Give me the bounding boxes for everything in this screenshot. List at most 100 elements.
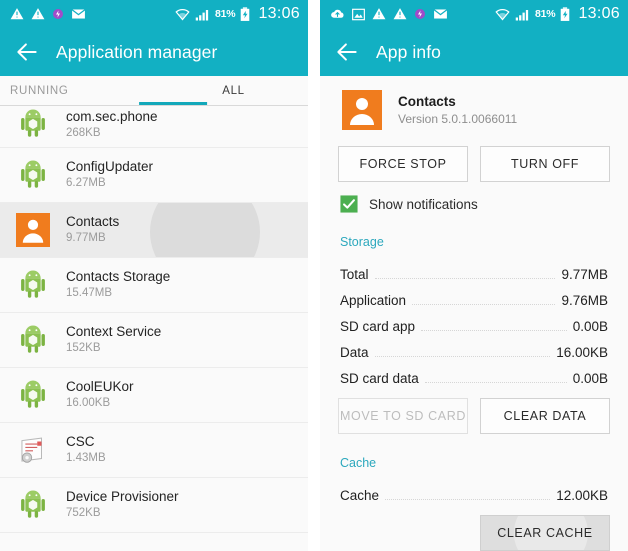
warning-triangle-icon xyxy=(10,8,24,20)
page-title: Application manager xyxy=(56,41,218,62)
list-item[interactable]: com.sec.phone 268KB xyxy=(0,106,308,148)
app-header: Contacts Version 5.0.1.0066011 xyxy=(338,76,610,144)
storage-key: Application xyxy=(340,293,407,308)
signal-bars-icon xyxy=(515,9,529,20)
app-header-text: Contacts Version 5.0.1.0066011 xyxy=(398,93,517,127)
app-name: Contacts Storage xyxy=(66,269,171,284)
application-manager-screen: 81% 13:06 Application manager RUNNING AL… xyxy=(0,0,308,551)
clear-cache-label: CLEAR CACHE xyxy=(497,526,593,540)
battery-percent-label: 81% xyxy=(215,8,236,20)
storage-row: Total 9.77MB xyxy=(338,258,610,284)
cache-value-list: Cache 12.00KB xyxy=(338,479,610,505)
app-size: 15.47MB xyxy=(66,287,113,299)
cache-button-row: CLEAR CACHE xyxy=(338,515,610,551)
purple-dot-icon xyxy=(415,9,425,19)
android-robot-icon xyxy=(21,270,45,298)
list-item-text: Contacts 9.77MB xyxy=(66,214,119,246)
leader-dots xyxy=(412,304,556,305)
app-name: Device Provisioner xyxy=(66,489,179,504)
list-item[interactable]: Device Provisioner 752KB xyxy=(0,478,308,533)
app-name: CoolEUKor xyxy=(66,379,134,394)
storage-value: 0.00B xyxy=(572,319,608,334)
back-arrow-icon[interactable] xyxy=(14,39,40,65)
warning-triangle-icon xyxy=(31,8,45,20)
list-item-contacts[interactable]: Contacts 9.77MB xyxy=(0,203,308,258)
envelope-icon xyxy=(433,8,448,20)
turn-off-label: TURN OFF xyxy=(511,157,579,171)
wifi-icon xyxy=(495,8,510,20)
list-item[interactable]: CoolEUKor 16.00KB xyxy=(0,368,308,423)
storage-value: 0.00B xyxy=(572,371,608,386)
list-item-text: CoolEUKor 16.00KB xyxy=(66,379,134,411)
app-size: 152KB xyxy=(66,342,101,354)
clock-label: 13:06 xyxy=(258,5,300,22)
storage-value: 9.76MB xyxy=(561,293,608,308)
clock-label: 13:06 xyxy=(578,5,620,22)
tab-all-label: ALL xyxy=(222,84,245,97)
action-button-row: FORCE STOP TURN OFF xyxy=(338,146,610,182)
app-name: Contacts xyxy=(66,214,120,229)
battery-percent-label: 81% xyxy=(535,8,556,20)
contacts-person-icon xyxy=(342,90,382,130)
status-bar-right-icons: 81% 13:06 xyxy=(495,5,620,23)
list-item[interactable]: CSC 1.43MB xyxy=(0,423,308,478)
leader-dots xyxy=(421,330,567,331)
app-version: Version 5.0.1.0066011 xyxy=(398,112,518,126)
status-bar-left-icons xyxy=(10,7,175,21)
wifi-icon xyxy=(175,8,190,20)
battery-charging-icon xyxy=(561,6,570,21)
storage-section-title: Storage xyxy=(340,235,384,249)
status-bar-right: 81% 13:06 xyxy=(320,0,628,28)
panel-gutter xyxy=(308,0,320,551)
list-item[interactable]: Context Service 152KB xyxy=(0,313,308,368)
move-to-sd-card-button: MOVE TO SD CARD xyxy=(338,398,468,434)
status-bar-right-icons: 81% 13:06 xyxy=(175,5,300,23)
cache-value: 12.00KB xyxy=(556,488,608,503)
app-size: 9.77MB xyxy=(66,232,106,244)
list-item-text: com.sec.phone 268KB xyxy=(66,109,158,141)
storage-button-row: MOVE TO SD CARD CLEAR DATA xyxy=(338,398,610,434)
storage-key: Data xyxy=(340,345,369,360)
list-item[interactable]: Contacts Storage 15.47MB xyxy=(0,258,308,313)
android-robot-icon xyxy=(21,380,45,408)
app-name: Context Service xyxy=(66,324,162,339)
back-arrow-icon[interactable] xyxy=(334,39,360,65)
cloud-upload-icon xyxy=(331,9,344,18)
storage-value: 16.00KB xyxy=(556,345,608,360)
status-bar-left-icons xyxy=(330,7,495,21)
force-stop-button[interactable]: FORCE STOP xyxy=(338,146,468,182)
android-robot-icon xyxy=(21,160,45,188)
storage-value-list: Total 9.77MB Application 9.76MB SD card … xyxy=(338,258,610,388)
warning-triangle-icon xyxy=(372,8,386,20)
show-notifications-row[interactable]: Show notifications xyxy=(338,195,610,213)
clear-cache-button[interactable]: CLEAR CACHE xyxy=(480,515,610,551)
tab-running[interactable]: RUNNING xyxy=(0,76,159,105)
warning-triangle-icon xyxy=(393,8,407,20)
app-bar-right: App info xyxy=(320,28,628,76)
clear-data-button[interactable]: CLEAR DATA xyxy=(480,398,610,434)
battery-charging-icon xyxy=(241,6,250,21)
list-item-text: CSC 1.43MB xyxy=(66,434,106,466)
move-to-sd-card-label: MOVE TO SD CARD xyxy=(340,409,466,423)
app-size: 16.00KB xyxy=(66,397,111,409)
list-item-text: Contacts Storage 15.47MB xyxy=(66,269,170,301)
app-size: 268KB xyxy=(66,127,101,139)
clear-data-label: CLEAR DATA xyxy=(503,409,587,423)
touch-ripple xyxy=(150,203,260,257)
list-item[interactable]: ConfigUpdater 6.27MB xyxy=(0,148,308,203)
envelope-icon xyxy=(71,8,86,20)
app-name: com.sec.phone xyxy=(66,109,158,124)
storage-key: SD card app xyxy=(340,319,416,334)
contacts-person-icon xyxy=(16,213,50,247)
tab-active-indicator xyxy=(139,102,207,105)
application-list[interactable]: com.sec.phone 268KB ConfigUpdater 6.27MB… xyxy=(0,106,308,551)
app-size: 752KB xyxy=(66,507,101,519)
storage-row: Data 16.00KB xyxy=(338,336,610,362)
signal-bars-icon xyxy=(195,9,209,20)
turn-off-button[interactable]: TURN OFF xyxy=(480,146,610,182)
app-size: 1.43MB xyxy=(66,452,106,464)
storage-row: SD card data 0.00B xyxy=(338,362,610,388)
list-item-text: ConfigUpdater 6.27MB xyxy=(66,159,153,191)
checkbox-checked-icon[interactable] xyxy=(340,195,358,213)
tab-all[interactable]: ALL xyxy=(159,76,308,105)
